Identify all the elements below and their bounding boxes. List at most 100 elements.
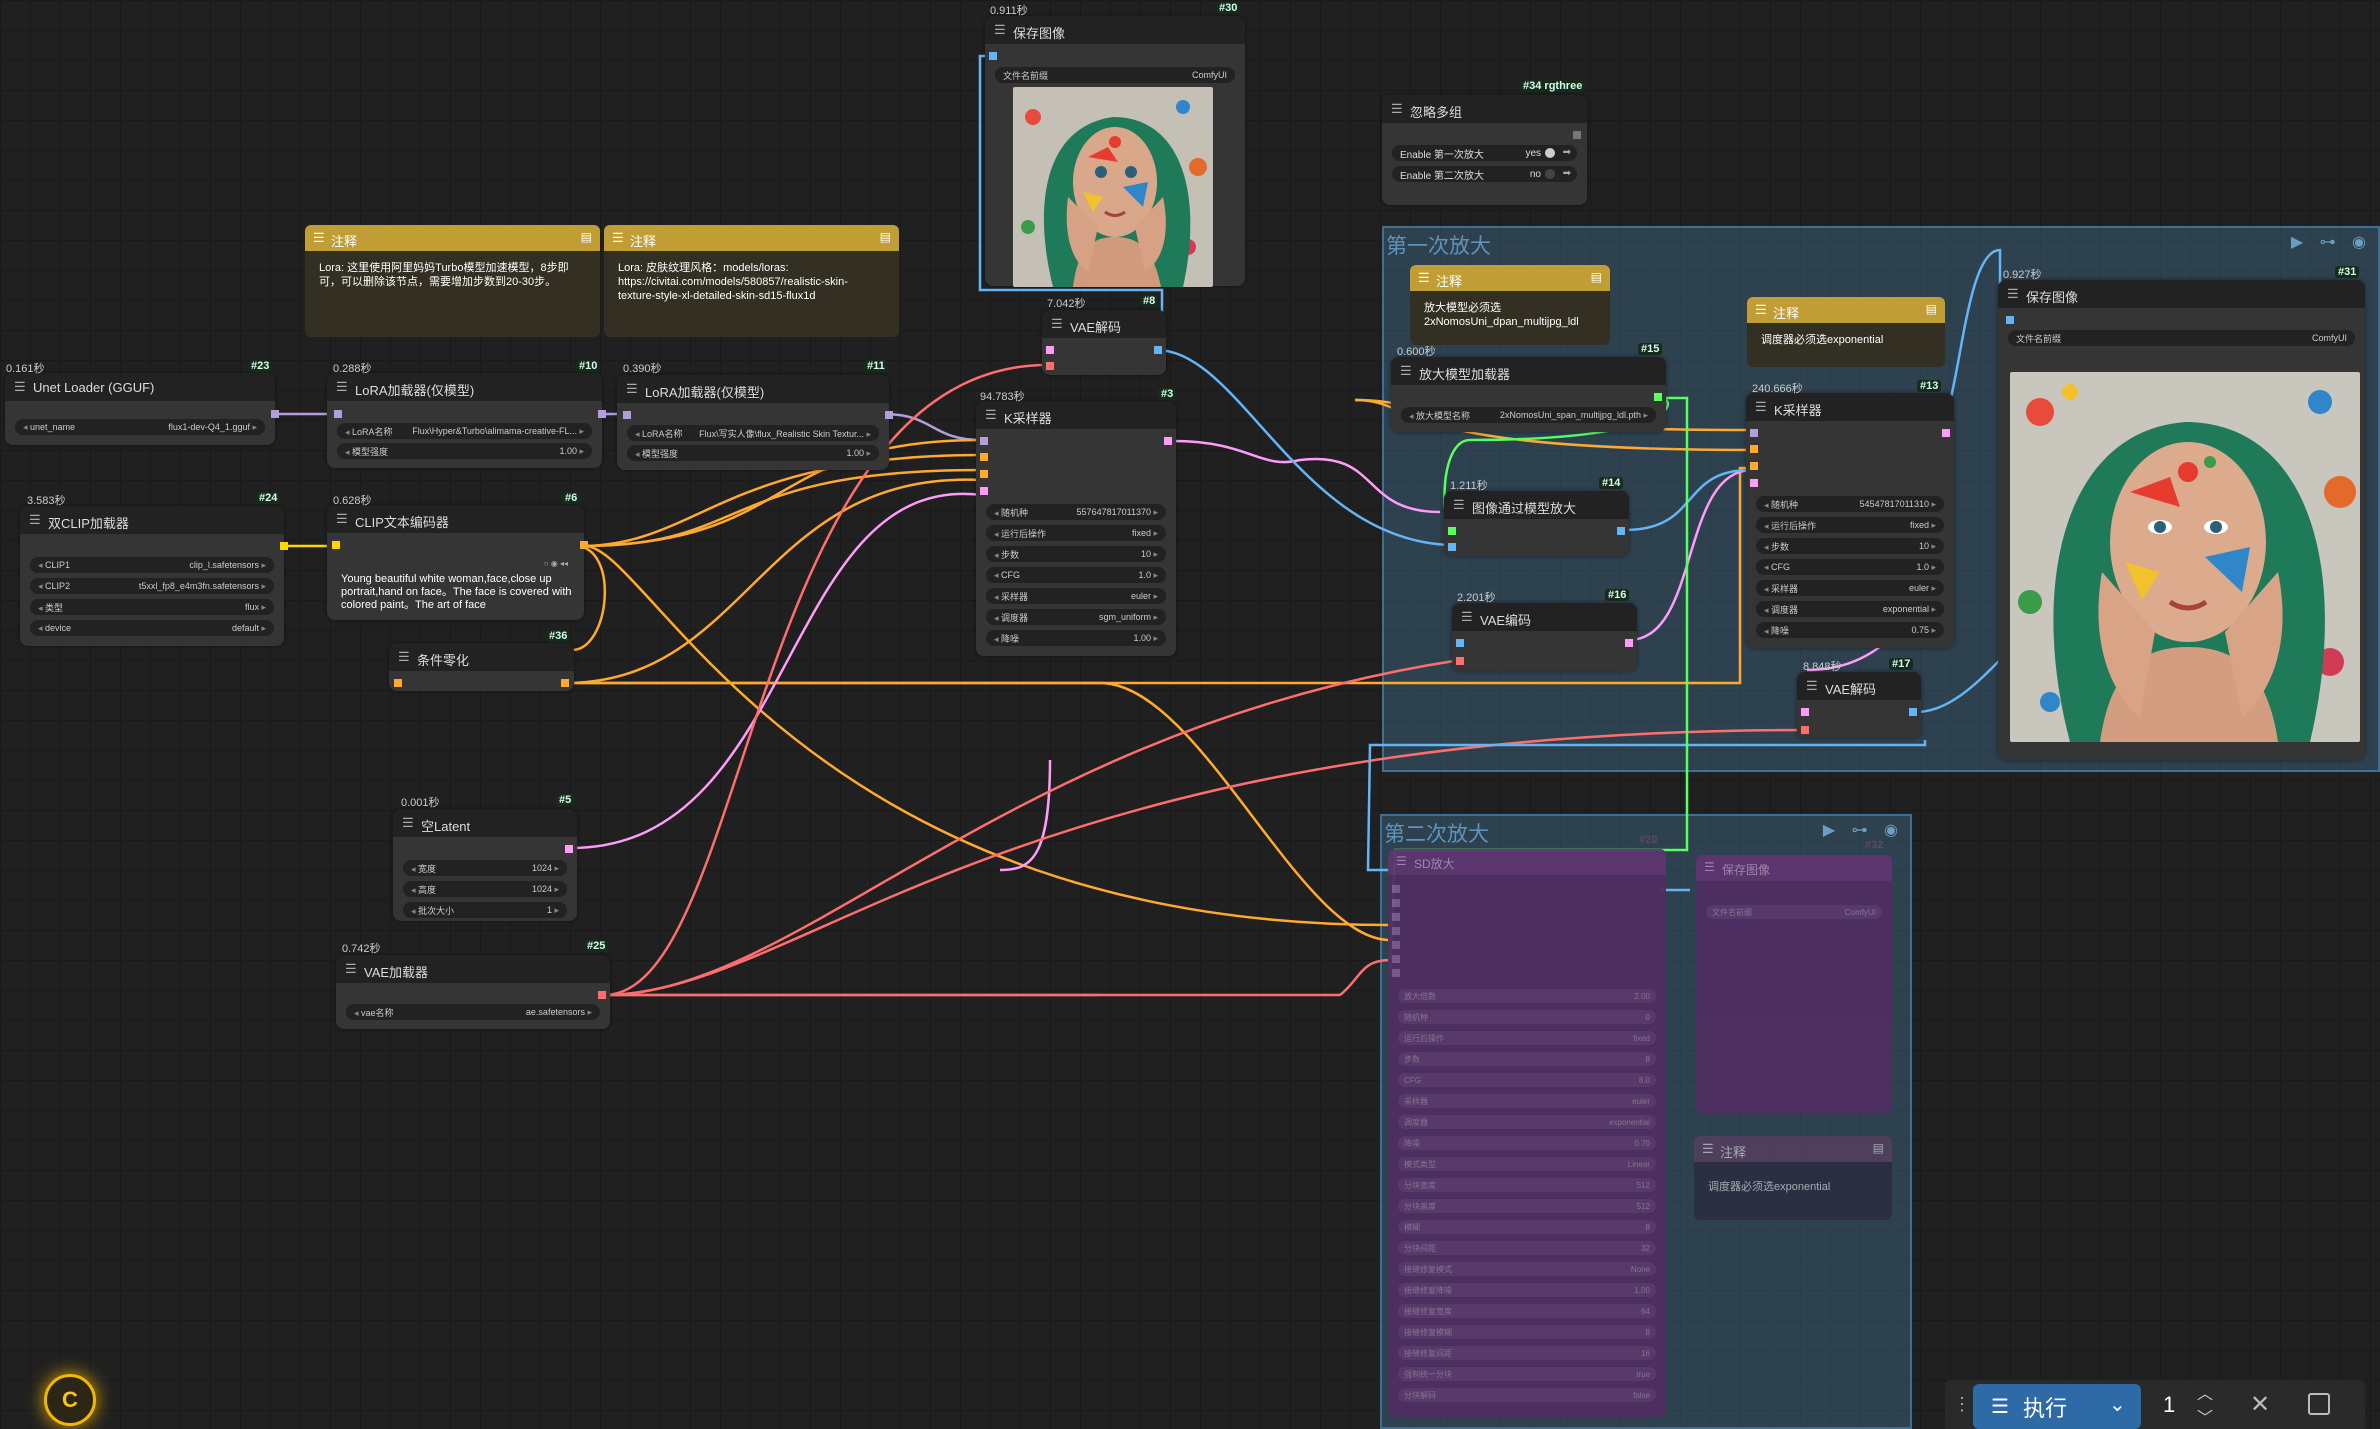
node-vae-decode-17[interactable]: ☰ VAE解码 [1797, 672, 1921, 738]
widget-seed[interactable]: 随机种 545478170113​10 [1756, 496, 1944, 512]
node-empty-latent[interactable]: ☰ 空Latent 宽度 1024 高度 1024 批次大小 1 [393, 809, 577, 921]
widget-control-after[interactable]: 运行后操作 fixed [1756, 517, 1944, 533]
widget-denoise[interactable]: 降噪 0.75 [1756, 622, 1944, 638]
menu-icon[interactable]: ☰ [626, 381, 638, 397]
output-image-slot[interactable] [1617, 527, 1625, 535]
menu-icon[interactable]: ☰ [29, 512, 41, 528]
output-vae-slot[interactable] [598, 991, 606, 999]
input-image-slot[interactable] [989, 52, 997, 60]
widget-5[interactable]: 采样器 euler [1398, 1094, 1656, 1108]
input-image-slot[interactable] [2006, 316, 2014, 324]
queue-run-button[interactable]: ☰ 执行 ⌄ [1973, 1384, 2141, 1429]
input-negative-slot[interactable] [980, 470, 988, 478]
menu-icon[interactable]: ☰ [402, 815, 414, 831]
app-logo[interactable]: C [44, 1374, 96, 1426]
widget-control-after[interactable]: 运行后操作 fixed [986, 525, 1166, 541]
widget-12[interactable]: 分块间距 32 [1398, 1241, 1656, 1255]
output-latent-slot[interactable] [1942, 429, 1950, 437]
node-unet-loader[interactable]: ☰ Unet Loader (GGUF) unet_name flux1-dev-Q… [5, 373, 279, 445]
output-clip-slot[interactable] [280, 542, 288, 550]
toggle-enable-first-upscale[interactable]: Enable 第一次放大 yes ➡ [1392, 145, 1577, 161]
menu-icon[interactable]: ☰ [345, 961, 357, 977]
chevron-down-icon[interactable]: ⌄ [2109, 1392, 2126, 1417]
node-ksampler-13[interactable]: ☰ K采样器 随机种 545478170113​10 运行后操作 fixed 步数 10… [1746, 393, 1954, 648]
widget-0[interactable]: 放大倍数 2.00 [1398, 989, 1656, 1003]
widget-sampler[interactable]: 采样器 euler [986, 588, 1166, 604]
widget-height[interactable]: 高度 1024 [403, 881, 567, 897]
widget-16[interactable]: 接缝修复模糊 8 [1398, 1325, 1656, 1339]
input-image-slot[interactable] [1448, 543, 1456, 551]
toggle-enable-second-upscale[interactable]: Enable 第二次放大 no ➡ [1392, 166, 1577, 182]
input-pixels-slot[interactable] [1456, 639, 1464, 647]
input-latent-slot[interactable] [1801, 708, 1809, 716]
widget-clip1[interactable]: CLIP1 clip_l.safetensors [30, 557, 274, 573]
input-clip-slot[interactable] [332, 541, 340, 549]
input-slot-1[interactable] [1392, 899, 1400, 907]
note-text[interactable]: 调度器必须选exponential [1747, 323, 1945, 357]
widget-18[interactable]: 强制统一分块 true [1398, 1367, 1656, 1381]
output-image-slot[interactable] [1909, 708, 1917, 716]
menu-icon[interactable]: ☰ [1453, 497, 1465, 513]
widget-6[interactable]: 调度器 exponential [1398, 1115, 1656, 1129]
widget-lora-name[interactable]: LoRA名称 Flux\写实人像\flux_Realistic Skin Text… [627, 425, 879, 441]
widget-device[interactable]: device default [30, 620, 274, 636]
input-slot-3[interactable] [1392, 927, 1400, 935]
output-image-preview[interactable] [2010, 372, 2360, 742]
node-sd-upscale[interactable]: ☰ SD放大 放大倍数 2.00 随机种 0 运行后操作 fixed 步数 8 CFG 8.0 采样器… [1388, 849, 1666, 1417]
widget-2[interactable]: 运行后操作 fixed [1398, 1031, 1656, 1045]
menu-icon[interactable]: ☰ [612, 230, 624, 246]
widget-steps[interactable]: 步数 10 [1756, 538, 1944, 554]
input-negative-slot[interactable] [1750, 462, 1758, 470]
note-scheduler[interactable]: ☰ 注释 ▤ 调度器必须选exponential [1747, 297, 1945, 367]
input-slot-6[interactable] [1392, 969, 1400, 977]
widget-filename-prefix[interactable]: 文件名前缀 ComfyUI [2008, 330, 2355, 346]
node-vae-encode[interactable]: ☰ VAE编码 [1452, 603, 1637, 671]
menu-icon[interactable]: ☰ [1391, 101, 1403, 117]
output-upscale-model-slot[interactable] [1654, 393, 1662, 401]
widget-10[interactable]: 分块高度 512 [1398, 1199, 1656, 1213]
note-upscale-model[interactable]: ☰ 注释 ▤ 放大模型必须选 2xNomosUni_dpan_multijpg_ld… [1410, 265, 1610, 345]
widget-cfg[interactable]: CFG 1.0 [986, 567, 1166, 583]
cancel-icon[interactable]: ✕ [2250, 1390, 2270, 1419]
widget-filename-prefix[interactable]: 文件名前缀 ComfyUI [995, 67, 1235, 83]
input-positive-slot[interactable] [980, 453, 988, 461]
node-save-image-30[interactable]: ☰ 保存图像 文件名前缀 ComfyUI [985, 16, 1245, 287]
node-save-image-32[interactable]: ☰ 保存图像 文件名前缀 ComfyUI [1696, 855, 1892, 1113]
widget-strength[interactable]: 模型强度 1.00 [337, 443, 592, 459]
node-upscale-model-loader[interactable]: ☰ 放大模型加载器 放大模型名称 2xNomosUni_span_multijpg_… [1391, 357, 1666, 432]
output-latent-slot[interactable] [1625, 639, 1633, 647]
node-save-image-31[interactable]: ☰ 保存图像 文件名前缀 ComfyUI [1998, 280, 2365, 760]
widget-11[interactable]: 模糊 8 [1398, 1220, 1656, 1234]
output-slot[interactable] [1573, 131, 1581, 139]
node-clip-text-encoder[interactable]: ☰ CLIP文本编码器 ○ ◉ ◂◂ Young beautiful white … [327, 505, 588, 620]
node-vae-loader[interactable]: ☰ VAE加载器 vae名称 ae.safetensors [336, 955, 610, 1029]
group-controls-icon[interactable]: ▶ ⊶ ◉ [1823, 820, 1904, 840]
input-slot-2[interactable] [1392, 913, 1400, 921]
note-text[interactable]: 放大模型必须选 2xNomosUni_dpan_multijpg_ldl [1410, 291, 1610, 339]
node-dual-clip-loader[interactable]: ☰ 双CLIP加载器 CLIP1 clip_l.safetensors CLIP2 t… [20, 506, 288, 646]
widget-type[interactable]: 类型 flux [30, 599, 274, 615]
menu-icon[interactable]: ☰ [336, 379, 348, 395]
widget-9[interactable]: 分块宽度 512 [1398, 1178, 1656, 1192]
menu-icon[interactable]: ☰ [1418, 270, 1430, 286]
widget-width[interactable]: 宽度 1024 [403, 860, 567, 876]
input-model-slot[interactable] [334, 410, 342, 418]
widget-4[interactable]: CFG 8.0 [1398, 1073, 1656, 1087]
output-latent-slot[interactable] [1164, 437, 1172, 445]
input-upscale-model-slot[interactable] [1448, 527, 1456, 535]
node-lora-loader-2[interactable]: ☰ LoRA加载器(仅模型) LoRA名称 Flux\写实人像\flux_Reali… [617, 375, 893, 470]
input-latent-slot[interactable] [1750, 479, 1758, 487]
widget-unet-name[interactable]: unet_name flux1-dev-Q4_1.gguf [15, 419, 265, 435]
widget-seed[interactable]: 随机种 557647817011370 [986, 504, 1166, 520]
menu-icon[interactable]: ☰ [336, 511, 348, 527]
menu-icon[interactable]: ☰ [985, 407, 997, 423]
text-controls-icon[interactable]: ○ ◉ ◂◂ [544, 559, 568, 568]
widget-lora-name[interactable]: LoRA名称 Flux\Hyper&Turbo\alimama-creative-… [337, 423, 592, 439]
node-conditioning-zero[interactable]: ☰ 条件零化 [389, 643, 574, 691]
prompt-textarea[interactable]: Young beautiful white woman,face,close u… [341, 573, 574, 612]
navigate-arrow-icon[interactable]: ➡ [1563, 168, 1571, 179]
node-vae-decode-8[interactable]: ☰ VAE解码 [1042, 310, 1166, 375]
widget-denoise[interactable]: 降噪 1.00 [986, 630, 1166, 646]
drag-handle-icon[interactable]: ⋮ [1953, 1394, 1971, 1415]
menu-icon[interactable]: ☰ [994, 22, 1006, 38]
